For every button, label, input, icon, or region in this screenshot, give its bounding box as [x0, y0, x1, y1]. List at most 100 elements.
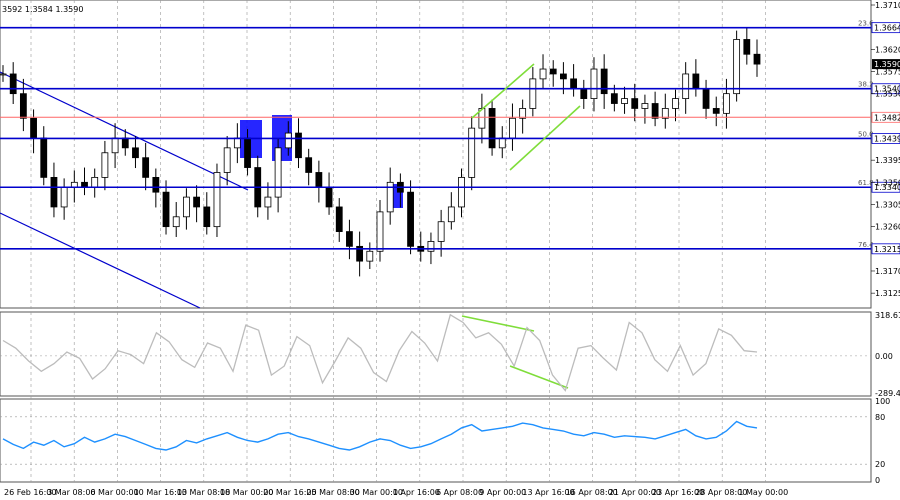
level-price-text: 1.3439: [874, 134, 900, 143]
candle-body: [30, 117, 37, 139]
candle-body: [233, 137, 241, 149]
candle-body: [19, 93, 27, 119]
candle-body: [580, 88, 588, 99]
panel-frame-3: [0, 398, 872, 483]
candle-body: [702, 88, 710, 109]
level-price-text: 1.3215: [874, 245, 900, 254]
candle-body: [560, 73, 567, 80]
candle-body: [529, 78, 537, 109]
candle-body: [101, 152, 109, 178]
y-tick-label: 1.3530: [875, 90, 900, 99]
candle-body: [458, 176, 465, 208]
time-axis: 26 Feb 16:003 Mar 08:006 Mar 00:0010 Mar…: [4, 488, 788, 497]
candle-body: [325, 186, 333, 208]
candle-body: [498, 137, 506, 149]
chart-canvas: 23.6 1.366438.2 1.35401.348250.0 1.343961.8…: [0, 0, 900, 497]
x-tick-label: 1 May 00:00: [738, 488, 788, 497]
level-price-text: 1.3664: [874, 24, 900, 33]
trend-channel: [0, 71, 249, 309]
panel-frame-1: [0, 0, 872, 309]
rsi-line: [2, 420, 758, 451]
candle-body: [631, 98, 639, 109]
candle-body: [274, 147, 282, 198]
candle-body: [733, 39, 741, 95]
candle-body: [590, 68, 598, 99]
candle-body: [305, 157, 313, 173]
candle-body: [335, 206, 343, 232]
y-tick-label: 1.3350: [875, 178, 900, 187]
candle-body: [651, 103, 659, 119]
y-tick-label: 1.3710: [875, 1, 900, 10]
candle-body: [183, 196, 190, 218]
divergence-line-3: [461, 315, 535, 332]
candle-body: [366, 250, 374, 262]
candle-body: [570, 78, 577, 90]
rsi-tick-label: 100: [875, 397, 890, 406]
x-tick-label: 1 Apr 16:00: [393, 488, 440, 497]
candle-body: [172, 216, 180, 228]
candle-body: [60, 186, 68, 208]
candle-body: [743, 39, 751, 55]
candle-body: [203, 206, 211, 228]
candle-body: [0, 73, 7, 76]
candle-body: [50, 176, 58, 208]
candle-body: [193, 196, 200, 208]
y-tick-label: 1.3575: [875, 67, 900, 76]
candle-body: [40, 137, 48, 178]
candle-body: [427, 241, 435, 252]
candle-body: [264, 196, 272, 208]
candle-body: [621, 98, 628, 104]
candle-body: [539, 68, 547, 80]
candle-body: [284, 132, 292, 149]
candle-body: [753, 53, 761, 65]
x-tick-label: 3 Mar 08:00: [47, 488, 95, 497]
candle-body: [376, 211, 384, 252]
candle-body: [213, 172, 221, 228]
level-fib-label: 61.8: [858, 179, 874, 187]
candle-body: [91, 176, 99, 188]
candle-series: [0, 27, 761, 277]
candle-body: [437, 221, 445, 242]
candle-body: [712, 108, 720, 114]
rsi-series: 100 80 20 0: [0, 397, 890, 485]
candle-body: [111, 137, 119, 154]
y-tick-label: 1.3305: [875, 200, 900, 209]
candle-body: [244, 137, 251, 168]
candle-body: [447, 206, 455, 223]
x-tick-label: 9 Apr 00:00: [479, 488, 526, 497]
highlight-boxes: [240, 115, 403, 208]
candle-body: [295, 132, 302, 159]
rsi-tick-label: 80: [875, 413, 885, 422]
candle-body: [162, 191, 170, 228]
divergence-line-4: [509, 365, 569, 389]
candle-body: [468, 127, 476, 178]
x-tick-label: 6 Mar 00:00: [90, 488, 138, 497]
rsi-tick-label: 0: [875, 476, 880, 485]
candle-body: [672, 98, 679, 109]
candle-body: [9, 73, 17, 95]
cci-tick-label: 0.00: [875, 352, 893, 361]
candle-body: [682, 73, 690, 99]
cci-line: [2, 313, 758, 392]
candle-body: [549, 68, 557, 75]
cci-tick-label: 318.6161: [875, 311, 900, 320]
cci-series: 318.61610.00-289.493: [0, 311, 900, 398]
y-tick-label: 1.3620: [875, 45, 900, 54]
candle-body: [509, 117, 516, 139]
candle-body: [610, 93, 618, 104]
candle-body: [152, 176, 160, 193]
y-tick-label: 1.3125: [875, 289, 900, 298]
candle-body: [132, 147, 139, 159]
candle-body: [692, 73, 700, 90]
chart-panels: [0, 0, 872, 483]
candle-body: [600, 68, 608, 95]
x-tick-label: 6 Apr 08:00: [436, 488, 483, 497]
level-fib-label: 50.0: [858, 130, 874, 138]
y-tick-label: 1.3170: [875, 267, 900, 276]
rsi-tick-label: 20: [875, 460, 885, 469]
candle-body: [315, 172, 323, 188]
candle-body: [723, 93, 730, 114]
level-fib-label: 38.2: [858, 81, 874, 89]
y-tick-label: 1.3260: [875, 223, 900, 232]
y-tick-label: 1.3395: [875, 156, 900, 165]
